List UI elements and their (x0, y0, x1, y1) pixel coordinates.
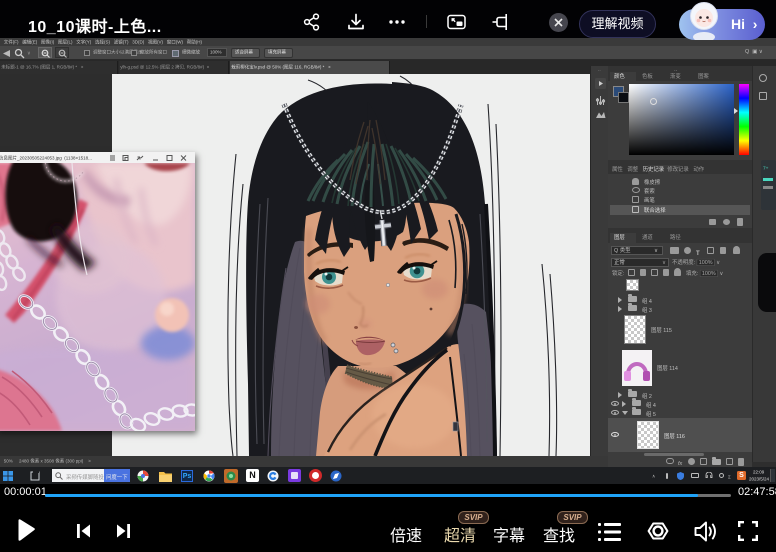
svg-text:..: .. (598, 67, 601, 73)
